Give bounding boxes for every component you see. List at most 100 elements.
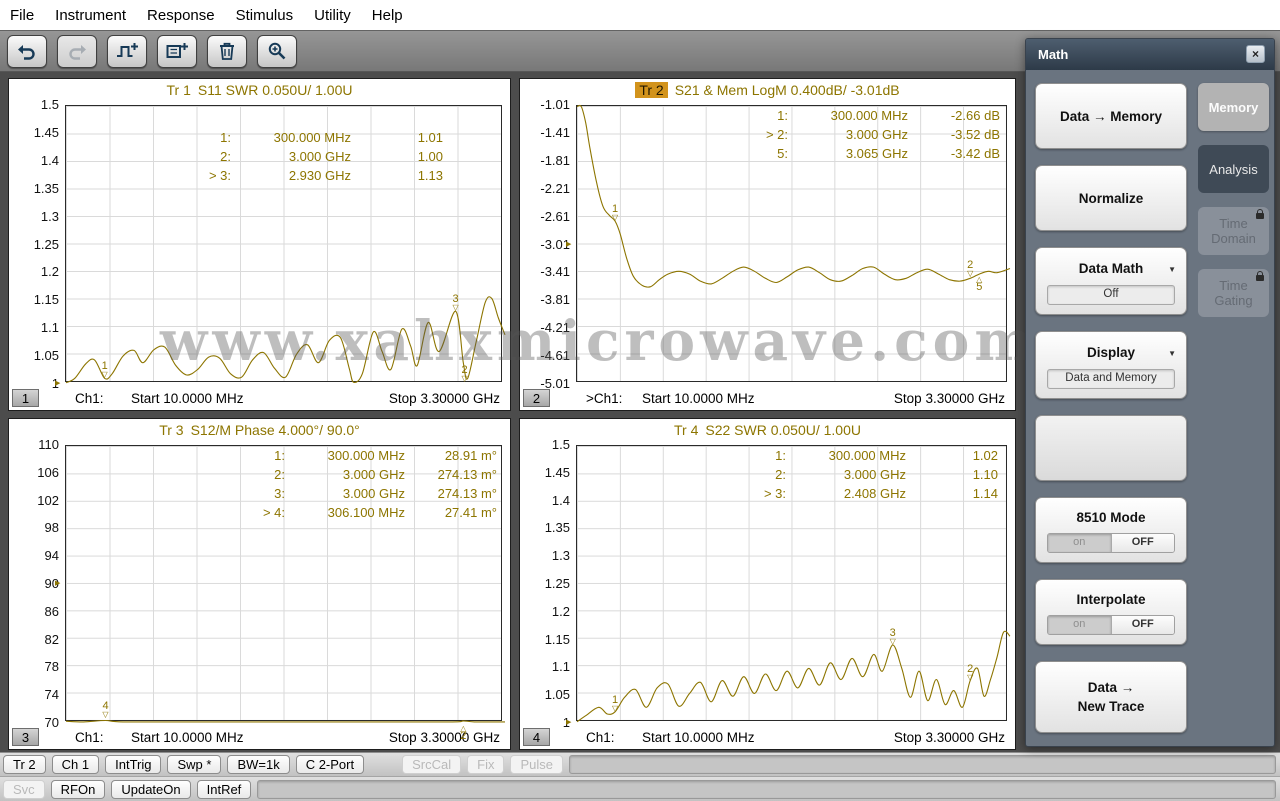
y-axis-label: 1.2 [551,603,570,619]
interpolate-toggle[interactable]: on OFF [1047,615,1175,635]
new-channel-button[interactable] [157,34,197,68]
plot-grid[interactable]: 1: 300.000 MHz 1.02 2: 3.000 GHz 1.10 > 3: 2.40… [576,445,1011,723]
y-axis-label: 1.3 [40,208,59,224]
zoom-button[interactable] [257,34,297,68]
status-fix[interactable]: Fix [467,755,505,774]
curve-marker[interactable]: 1 ▽ [612,694,618,712]
y-axis-label: -3.01 [540,236,570,252]
curve-marker[interactable]: 4 ▽ [102,700,108,718]
normalize-button[interactable]: Normalize [1035,165,1187,231]
toggle-on-label: on [1048,534,1111,552]
status-svc[interactable]: Svc [3,779,45,799]
curve-marker[interactable]: 1 ▽ [612,204,619,223]
y-axis-label: 1.25 [33,236,59,252]
trace-label[interactable]: Tr 3 [159,422,183,438]
plot-grid[interactable]: 1: 300.000 MHz 1.01 2: 3.000 GHz 1.00 > 3: 2.93… [65,105,506,384]
sweep-start: Start 10.0000 MHz [131,730,244,745]
data-to-memory-button[interactable]: Data → Memory [1035,83,1187,149]
trace-label[interactable]: Tr 2 [635,82,668,98]
marker-number: > 2: [765,127,788,142]
curve-marker[interactable]: 3 ▽ [890,628,896,646]
channel-badge[interactable]: 3 [12,728,39,746]
status-rfon[interactable]: RFOn [50,779,106,799]
menu-file[interactable]: File [10,7,34,24]
trace-label[interactable]: Tr 4 [674,422,698,438]
tab-memory[interactable]: Memory [1198,83,1269,131]
y-axis-label: -3.81 [540,292,570,308]
display-value[interactable]: Data and Memory [1047,369,1175,389]
channel-badge[interactable]: 2 [523,389,550,407]
add-trace-button[interactable] [107,34,147,68]
status-inttrig[interactable]: IntTrig [105,755,162,774]
channel-badge[interactable]: 1 [12,389,39,407]
y-axis-label: 98 [44,520,59,536]
status-updateon[interactable]: UpdateOn [111,779,191,799]
marker-number: 1: [775,448,786,463]
y-axis-label: -4.21 [540,320,570,336]
data-math-button[interactable]: Data Math ▼ Off [1035,247,1187,315]
tab-analysis[interactable]: Analysis [1198,145,1269,193]
y-axis-label: 82 [44,631,59,647]
curve-marker[interactable]: △ 2 [460,724,466,741]
status-intref[interactable]: IntRef [196,779,252,799]
curve-marker[interactable]: 2 ▽ [967,259,973,277]
spare-button [1035,415,1187,481]
status-bar-row2: Svc RFOn UpdateOn IntRef [0,776,1280,801]
status-ch-1[interactable]: Ch 1 [51,755,100,774]
data-to-new-trace-button[interactable]: Data → New Trace [1035,661,1187,733]
y-axis-label: -3.41 [540,264,570,280]
channel-label: Ch1: [586,730,615,745]
marker-value: 1.13 [417,168,443,183]
y-axis-label: -1.41 [540,124,570,140]
mode-8510-toggle[interactable]: on OFF [1047,533,1175,553]
status-bw-1k[interactable]: BW=1k [227,755,290,774]
plot-title: Tr 3 S12/M Phase 4.000°/ 90.0° [9,422,510,438]
plot-title: Tr 4 S22 SWR 0.050U/ 1.00U [520,422,1015,438]
display-button[interactable]: Display ▼ Data and Memory [1035,331,1187,399]
menu-utility[interactable]: Utility [314,7,351,24]
curve-marker[interactable]: △ 5 [976,276,982,293]
curve-marker[interactable]: 3 ▽ [453,294,459,312]
status-tr-2[interactable]: Tr 2 [3,755,46,774]
y-axis-label: -2.61 [540,208,570,224]
data-math-value[interactable]: Off [1047,285,1175,305]
menu-help[interactable]: Help [372,7,403,24]
y-axis-label: 1.25 [544,576,570,591]
curve-marker[interactable]: 2 ▽ [967,663,973,681]
status-pulse[interactable]: Pulse [510,755,563,774]
tab-label: Memory [1208,99,1259,115]
chevron-down-icon: ▼ [1168,265,1176,274]
close-icon[interactable]: × [1246,45,1265,63]
marker-triangle-icon: ▽ [612,213,619,223]
status-srccal[interactable]: SrcCal [402,755,462,774]
new-channel-icon [166,43,188,58]
undo-button[interactable] [7,34,47,68]
menu-instrument[interactable]: Instrument [55,7,126,24]
curve-marker[interactable]: 2 ▽ [462,364,468,382]
plot-grid[interactable]: 1: 300.000 MHz 28.91 m° 2: 3.000 GHz 274.13 m… [65,445,506,741]
status-message-area [257,779,1276,799]
curve-marker[interactable]: 1 ▽ [102,360,108,378]
status-swp-[interactable]: Swp * [167,755,222,774]
y-axis-label: 1.5 [40,97,59,112]
redo-button[interactable] [57,34,97,68]
channel-badge[interactable]: 4 [523,728,550,746]
status-c-2-port[interactable]: C 2-Port [295,755,365,774]
marker-value: -2.66 dB [950,108,1000,123]
sweep-stop: Stop 3.30000 GHz [893,730,1005,745]
interpolate-button[interactable]: Interpolate on OFF [1035,579,1187,645]
mode-8510-button[interactable]: 8510 Mode on OFF [1035,497,1187,563]
menu-response[interactable]: Response [147,7,215,24]
delete-trace-button[interactable] [207,34,247,68]
y-axis-label: 1.4 [551,492,570,508]
menu-stimulus[interactable]: Stimulus [236,7,294,24]
plot-title: Tr 2 S21 & Mem LogM 0.400dB/ -3.01dB [520,82,1015,98]
y-axis-label: 1.5 [551,437,570,452]
trace-label[interactable]: Tr 1 [167,82,191,98]
undo-icon [18,45,35,60]
math-panel-titlebar[interactable]: Math × [1026,39,1274,70]
reference-level-icon: ▶ [55,580,61,587]
y-axis-label: 1.15 [544,631,570,647]
marker-value: 1.10 [972,467,998,482]
plot-grid[interactable]: 1: 300.000 MHz -2.66 dB > 2: 3.000 GHz -3.52 … [576,104,1011,382]
